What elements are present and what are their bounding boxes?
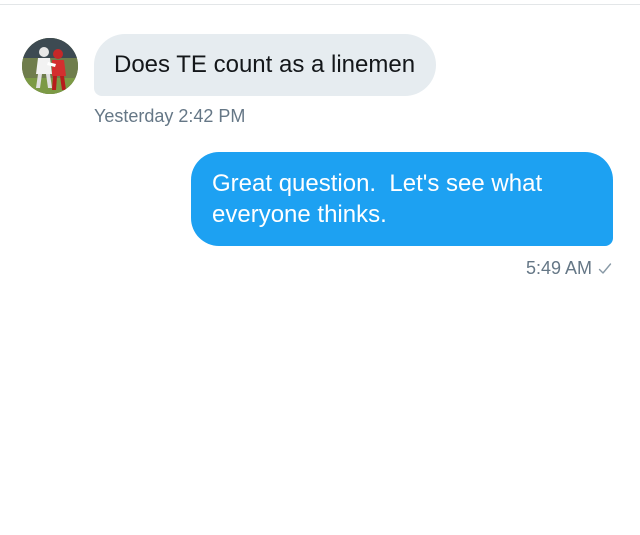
check-icon xyxy=(598,262,612,274)
incoming-message-timestamp: Yesterday 2:42 PM xyxy=(94,106,246,126)
top-divider xyxy=(0,4,640,5)
incoming-message-bubble[interactable]: Does TE count as a linemen xyxy=(94,34,437,96)
outgoing-message-text: Great question. Let's see what everyone … xyxy=(212,170,549,228)
dm-conversation: Does TE count as a linemen Yesterday 2:4… xyxy=(0,0,640,535)
football-player-avatar-icon xyxy=(22,38,78,94)
sender-avatar[interactable] xyxy=(22,38,78,94)
outgoing-message-timestamp: 5:49 AM xyxy=(525,258,592,278)
outgoing-message-bubble[interactable]: Great question. Let's see what everyone … xyxy=(191,152,613,246)
outgoing-message-meta: 5:49 AM xyxy=(526,258,612,279)
incoming-message-text: Does TE count as a linemen xyxy=(114,51,416,78)
